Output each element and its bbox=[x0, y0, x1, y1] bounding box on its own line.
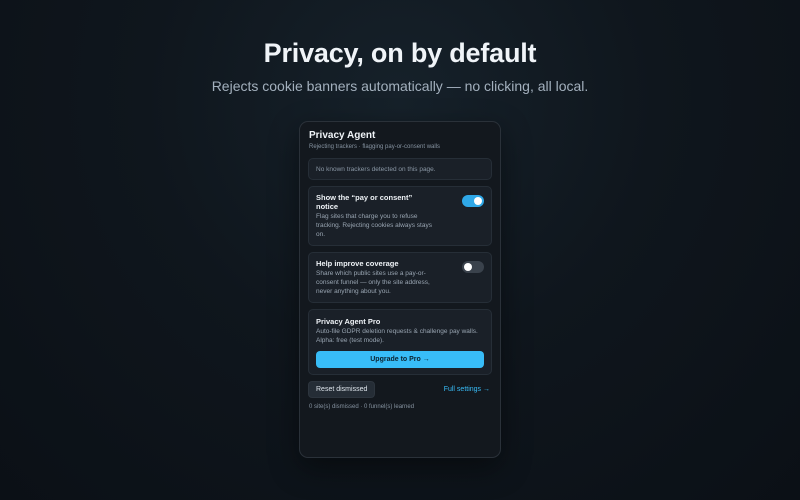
improve-coverage-card: Help improve coverage Share which public… bbox=[308, 252, 492, 303]
hero-title: Privacy, on by default bbox=[263, 38, 537, 68]
toggle-knob bbox=[474, 197, 482, 205]
popup-title: Privacy Agent bbox=[309, 130, 376, 141]
tracker-status-text: No known trackers detected on this page. bbox=[316, 165, 436, 173]
tracker-status-card: No known trackers detected on this page. bbox=[308, 158, 492, 180]
pay-or-consent-notice-title: Show the “pay or consent” notice bbox=[316, 193, 413, 211]
popup-subtitle: Rejecting trackers · flagging pay-or-con… bbox=[309, 144, 441, 150]
hero-subtitle: Rejects cookie banners automatically — n… bbox=[211, 78, 589, 94]
actions-row: Reset dismissed Full settings → bbox=[308, 381, 492, 398]
pro-description: Auto-file GDPR deletion requests & chall… bbox=[316, 328, 478, 344]
extension-popup: Privacy Agent Rejecting trackers · flagg… bbox=[299, 121, 501, 458]
pay-or-consent-notice-description: Flag sites that charge you to refuse tra… bbox=[316, 213, 432, 238]
stats-text: 0 site(s) dismissed · 0 funnel(s) learne… bbox=[309, 404, 415, 410]
pro-title: Privacy Agent Pro bbox=[316, 317, 381, 326]
toggle-knob bbox=[464, 263, 472, 271]
pay-or-consent-notice-card: Show the “pay or consent” notice Flag si… bbox=[308, 186, 492, 246]
pro-card: Privacy Agent Pro Auto-file GDPR deletio… bbox=[308, 309, 492, 375]
upgrade-to-pro-button[interactable]: Upgrade to Pro → bbox=[316, 351, 484, 368]
improve-coverage-description: Share which public sites use a pay-or-co… bbox=[316, 270, 430, 295]
reset-dismissed-button[interactable]: Reset dismissed bbox=[308, 381, 376, 398]
full-settings-link[interactable]: Full settings → bbox=[444, 386, 490, 393]
improve-coverage-toggle[interactable] bbox=[462, 261, 484, 273]
improve-coverage-title: Help improve coverage bbox=[316, 259, 399, 268]
pay-or-consent-notice-toggle[interactable] bbox=[462, 195, 484, 207]
